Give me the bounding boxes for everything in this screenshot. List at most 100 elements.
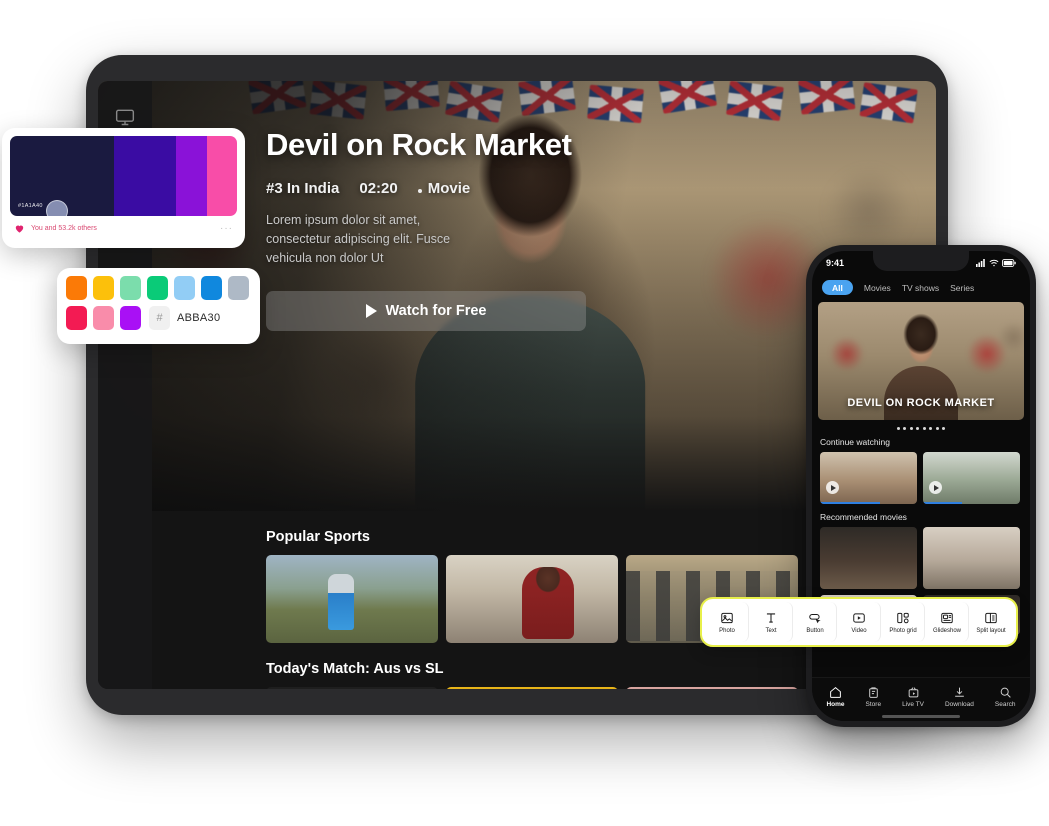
home-indicator (882, 715, 960, 718)
battery-icon (1002, 259, 1016, 267)
color-swatch[interactable] (174, 276, 195, 300)
play-icon[interactable] (826, 481, 839, 494)
recommended-movies-row[interactable] (812, 527, 1030, 589)
color-swatch[interactable] (201, 276, 222, 300)
continue-watching-card[interactable] (923, 452, 1020, 504)
tv-icon[interactable] (115, 107, 135, 127)
download-icon (955, 687, 964, 697)
swatch-row-1[interactable] (66, 276, 251, 300)
toolbar-label: Photo (719, 627, 735, 634)
tab-movies[interactable]: Movies (864, 283, 891, 293)
toolbar-item-text[interactable]: Text (750, 602, 793, 642)
wifi-icon (989, 259, 999, 267)
nav-item-search[interactable]: Search (994, 686, 1016, 708)
nav-label: Download (944, 700, 974, 708)
thumbnail-card[interactable] (446, 555, 618, 643)
color-swatch[interactable] (120, 306, 141, 330)
pagination-dot[interactable] (922, 427, 926, 430)
carousel-pagination-dots[interactable] (812, 420, 1030, 435)
color-swatch[interactable] (66, 276, 87, 300)
phone-screen: 9:41 All Movies TV shows Series DEVIL ON… (812, 251, 1030, 721)
search-icon (1000, 687, 1011, 698)
video-icon (853, 612, 865, 623)
hero-info: Devil on Rock Market #3 In India 02:20 M… (266, 127, 666, 332)
pagination-dot[interactable] (942, 427, 946, 430)
match-card[interactable] (626, 687, 798, 689)
play-icon (365, 304, 377, 319)
color-swatch[interactable] (120, 276, 141, 300)
text-icon (766, 612, 776, 623)
recommended-movie-card[interactable] (820, 527, 917, 589)
cellular-signal-icon (976, 259, 985, 267)
swatch-row-2[interactable]: # ABBA30 (66, 306, 251, 330)
nav-item-store[interactable]: Store (866, 686, 881, 708)
tab-tv-shows[interactable]: TV shows (902, 283, 939, 293)
nav-label: Search (994, 700, 1016, 708)
nav-label: Home (826, 700, 845, 708)
glideshow-icon (941, 612, 953, 623)
toolbar-item-video[interactable]: Video (838, 602, 881, 642)
nav-item-live-tv[interactable]: Live TV (902, 686, 924, 708)
thumbnail-card[interactable] (266, 555, 438, 643)
hex-input-value[interactable]: ABBA30 (177, 312, 220, 324)
phone-category-tabs[interactable]: All Movies TV shows Series (812, 275, 1030, 302)
toolbar-item-button[interactable]: Button (794, 602, 837, 642)
pagination-dot[interactable] (896, 427, 900, 430)
phone-status-bar: 9:41 (812, 251, 1030, 275)
live-tv-icon (908, 686, 918, 697)
tab-series[interactable]: Series (950, 283, 974, 293)
continue-watching-row[interactable] (812, 452, 1030, 504)
color-swatch[interactable] (228, 276, 249, 300)
gradient-band[interactable] (207, 136, 237, 216)
nav-item-home[interactable]: Home (826, 686, 845, 708)
match-card[interactable] (446, 687, 618, 689)
pagination-dot[interactable] (935, 427, 939, 430)
color-swatch[interactable] (66, 306, 87, 330)
color-picker-cursor[interactable] (46, 200, 68, 216)
swatch-palette-card[interactable]: # ABBA30 (57, 268, 260, 344)
split-layout-icon (985, 612, 997, 623)
color-swatch[interactable] (93, 306, 114, 330)
hero-type: Movie (427, 180, 471, 198)
watch-for-free-button[interactable]: Watch for Free (266, 291, 586, 332)
toolbar-item-glideshow[interactable]: Glideshow (926, 602, 969, 642)
toolbar-item-photo[interactable]: Photo (706, 602, 749, 642)
phone-hero-banner[interactable]: DEVIL ON ROCK MARKET (818, 302, 1024, 420)
pagination-dot[interactable] (916, 427, 920, 430)
toolbar-item-split-layout[interactable]: Split layout (970, 602, 1012, 642)
hero-description: Lorem ipsum dolor sit amet, consectetur … (266, 213, 451, 265)
meta-separator-dot (417, 189, 422, 194)
continue-watching-card[interactable] (820, 452, 917, 504)
hero-rank: #3 In India (266, 180, 340, 198)
tab-all[interactable]: All (822, 280, 853, 295)
likes-group[interactable]: You and 53.2k others (14, 223, 97, 234)
recommended-movie-card[interactable] (923, 527, 1020, 589)
pagination-dot[interactable] (903, 427, 907, 430)
toolbar-label: Button (806, 627, 824, 634)
gradient-strip[interactable]: #1A1A40 (10, 136, 237, 216)
color-swatch[interactable] (93, 276, 114, 300)
more-options-icon[interactable]: ··· (220, 223, 233, 233)
gradient-palette-card[interactable]: #1A1A40 You and 53.2k others ··· (2, 128, 245, 248)
status-icons (976, 259, 1016, 267)
hero-duration: 02:20 (359, 180, 398, 198)
phone-hero-title: DEVIL ON ROCK MARKET (847, 396, 995, 409)
pagination-dot[interactable] (929, 427, 933, 430)
pagination-dot[interactable] (909, 427, 913, 430)
gradient-band[interactable] (114, 136, 176, 216)
photo-grid-icon (897, 612, 909, 623)
progress-bar (923, 501, 962, 504)
hex-input-field[interactable]: # ABBA30 (147, 306, 251, 330)
toolbar-label: Split layout (976, 627, 1006, 634)
toolbar-label: Photo grid (889, 627, 917, 634)
block-insert-toolbar[interactable]: Photo Text Button Video Photo grid Glide… (700, 597, 1018, 647)
toolbar-item-photo-grid[interactable]: Photo grid (882, 602, 925, 642)
toolbar-label: Text (765, 627, 777, 634)
play-icon[interactable] (929, 481, 942, 494)
nav-item-download[interactable]: Download (945, 686, 974, 708)
photo-icon (721, 612, 733, 623)
match-card[interactable] (266, 687, 438, 689)
gradient-band[interactable] (175, 136, 208, 216)
toolbar-label: Video (851, 627, 867, 634)
color-swatch[interactable] (147, 276, 168, 300)
